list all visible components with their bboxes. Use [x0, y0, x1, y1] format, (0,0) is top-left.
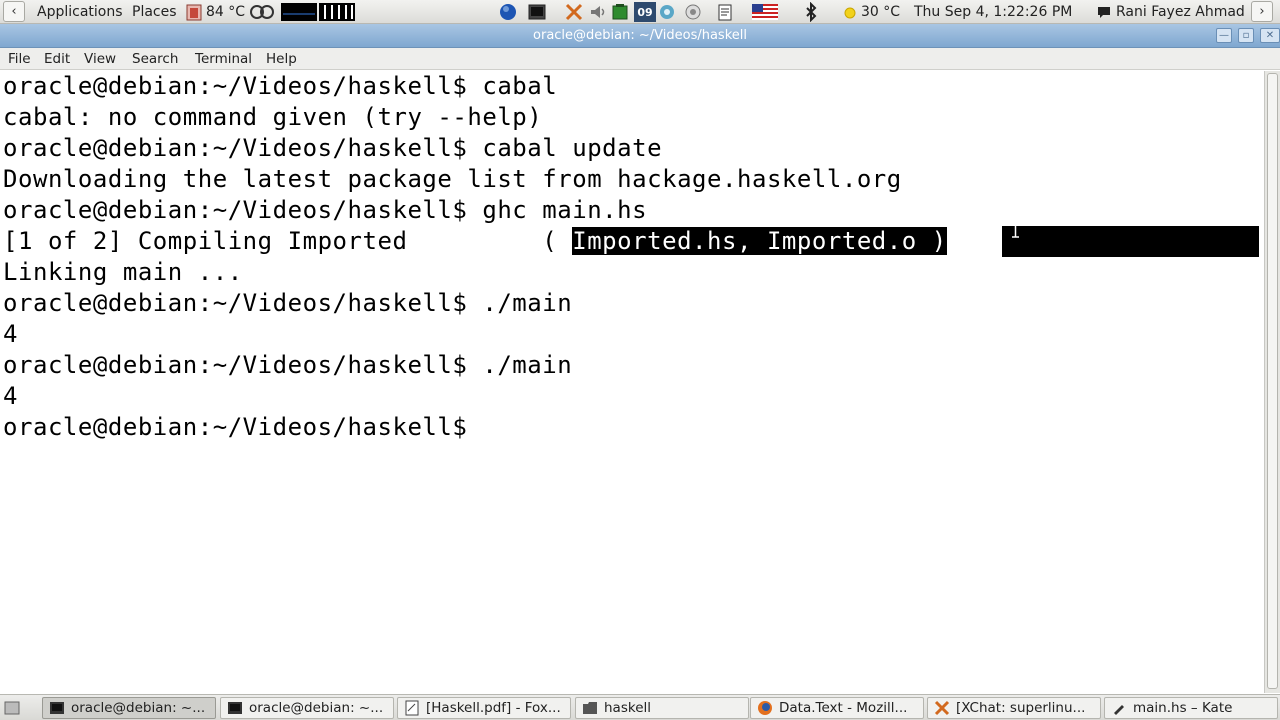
update-icon[interactable] [657, 2, 677, 22]
terminal-scrollbar[interactable] [1264, 71, 1280, 693]
tools-icon[interactable] [564, 2, 584, 22]
menu-file[interactable]: File [8, 48, 31, 70]
ibeam-cursor-icon [1012, 222, 1019, 238]
minimize-button[interactable]: — [1216, 28, 1232, 43]
memory-monitor-icon[interactable] [281, 2, 317, 22]
settings-icon[interactable] [683, 2, 703, 22]
close-button[interactable]: ✕ [1260, 28, 1280, 43]
cpu-temperature: 84 °C [206, 4, 246, 20]
terminal-prompt: oracle@debian:~/Videos/haskell$ [3, 413, 483, 441]
terminal-area[interactable]: oracle@debian:~/Videos/haskell$ cabal ca… [0, 71, 1264, 693]
terminal-line: Downloading the latest package list from… [3, 165, 902, 193]
taskbar-item[interactable]: haskell [575, 697, 749, 719]
taskbar: oracle@debian: ~... oracle@debian: ~... … [0, 694, 1280, 720]
us-flag-icon[interactable] [752, 2, 778, 22]
taskbar-item-label: Data.Text - Mozill... [779, 700, 908, 716]
folder-icon [583, 702, 597, 714]
show-desktop-icon[interactable] [3, 698, 21, 718]
chat-status-icon[interactable] [1097, 2, 1111, 22]
taskbar-item-label: oracle@debian: ~... [249, 700, 384, 716]
cpu-graph-icon[interactable] [249, 2, 277, 22]
taskbar-item[interactable]: [XChat: superlinu... [927, 697, 1101, 719]
menu-bar: File Edit View Search Terminal Help [0, 48, 1280, 70]
taskbar-item-label: oracle@debian: ~... [71, 700, 206, 716]
compile-status-text: [1 of 2] Compiling Imported ( [3, 227, 573, 255]
terminal-icon [228, 702, 242, 714]
places-menu[interactable]: Places [132, 0, 177, 24]
bluetooth-icon[interactable] [801, 2, 821, 22]
menu-edit[interactable]: Edit [44, 48, 70, 70]
battery-icon[interactable] [610, 2, 630, 22]
xchat-icon [934, 700, 950, 716]
terminal-launcher-icon[interactable] [527, 2, 547, 22]
applications-menu[interactable]: Applications [37, 0, 123, 24]
taskbar-item[interactable]: oracle@debian: ~... [220, 697, 394, 719]
volume-icon[interactable] [588, 2, 608, 22]
weather-sun-icon[interactable] [843, 2, 857, 22]
terminal-line: oracle@debian:~/Videos/haskell$ cabal up… [3, 134, 663, 162]
terminal-line: 4 [3, 320, 18, 348]
menu-view[interactable]: View [84, 48, 116, 70]
terminal-line: oracle@debian:~/Videos/haskell$ cabal [3, 72, 558, 100]
menu-help[interactable]: Help [266, 48, 297, 70]
taskbar-item[interactable]: [Haskell.pdf] - Fox... [397, 697, 571, 719]
calendar-icon[interactable]: 09 [634, 2, 656, 22]
terminal-icon [50, 702, 64, 714]
cpu-temperature-icon[interactable] [184, 2, 204, 22]
terminal-line: oracle@debian:~/Videos/haskell$ ./main [3, 351, 573, 379]
user-menu[interactable]: Rani Fayez Ahmad [1116, 0, 1245, 24]
taskbar-item[interactable]: Data.Text - Mozill... [750, 697, 924, 719]
globe-icon[interactable] [498, 2, 518, 22]
panel-scroll-left-button[interactable]: ‹ [3, 1, 25, 22]
taskbar-item[interactable]: main.hs – Kate [1104, 697, 1278, 719]
taskbar-item[interactable]: oracle@debian: ~... [42, 697, 216, 719]
terminal-line: oracle@debian:~/Videos/haskell$ ./main [3, 289, 573, 317]
clock[interactable]: Thu Sep 4, 1:22:26 PM [914, 0, 1072, 24]
menu-terminal[interactable]: Terminal [195, 48, 252, 70]
taskbar-item-label: main.hs – Kate [1133, 700, 1233, 716]
terminal-line: [1 of 2] Compiling Imported ( Imported.h… [3, 226, 947, 257]
maximize-button[interactable]: ▫ [1238, 28, 1254, 43]
firefox-icon [758, 701, 772, 715]
kate-icon [1114, 705, 1124, 715]
taskbar-item-label: haskell [604, 700, 652, 716]
selected-text: Imported.hs, Imported.o ) [572, 227, 947, 255]
weather-temperature[interactable]: 30 °C [861, 0, 900, 24]
top-panel: ‹ Applications Places 84 °C 09 30 °C Thu… [0, 0, 1280, 24]
menu-search[interactable]: Search [132, 48, 178, 70]
window-title: oracle@debian: ~/Videos/haskell [533, 28, 747, 43]
network-monitor-icon[interactable] [319, 2, 355, 22]
text-selection-highlight [1002, 226, 1259, 257]
terminal-line: cabal: no command given (try --help) [3, 103, 543, 131]
document-icon [405, 700, 419, 716]
panel-scroll-right-button[interactable]: › [1251, 1, 1273, 22]
clipboard-icon[interactable] [715, 2, 735, 22]
terminal-line: oracle@debian:~/Videos/haskell$ ghc main… [3, 196, 648, 224]
terminal-line: Linking main ... [3, 258, 243, 286]
scrollbar-thumb[interactable] [1267, 73, 1278, 689]
window-titlebar[interactable]: oracle@debian: ~/Videos/haskell — ▫ ✕ [0, 24, 1280, 48]
taskbar-item-label: [XChat: superlinu... [956, 700, 1086, 716]
taskbar-item-label: [Haskell.pdf] - Fox... [426, 700, 561, 716]
terminal-line: 4 [3, 382, 18, 410]
